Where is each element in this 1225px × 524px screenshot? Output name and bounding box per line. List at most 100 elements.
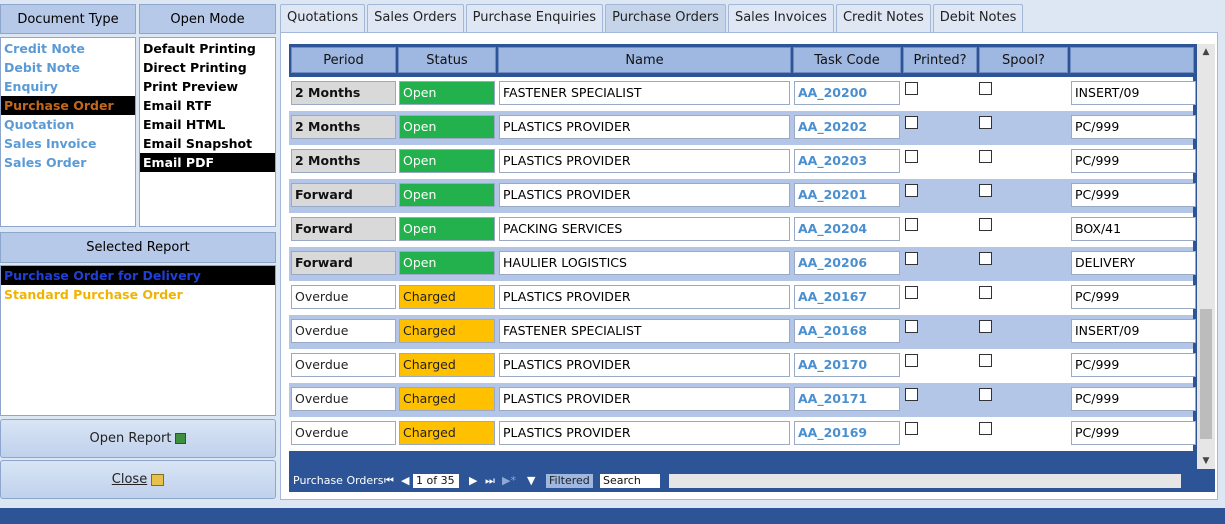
spool-checkbox[interactable]: [979, 218, 992, 231]
tab-purchase-orders[interactable]: Purchase Orders: [605, 4, 726, 32]
table-row[interactable]: Forward Open HAULIER LOGISTICS AA_20206 DELI…: [289, 247, 1196, 281]
col-header-task-code[interactable]: Task Code: [793, 47, 901, 73]
tab-sales-orders[interactable]: Sales Orders: [367, 4, 464, 32]
reference-cell[interactable]: PC/999: [1071, 183, 1196, 207]
reference-cell[interactable]: INSERT/09: [1071, 319, 1196, 343]
period-cell[interactable]: Overdue: [291, 387, 396, 411]
printed-checkbox[interactable]: [905, 422, 918, 435]
name-cell[interactable]: PLASTICS PROVIDER: [499, 149, 790, 173]
table-row[interactable]: 2 Months Open PLASTICS PROVIDER AA_20202 PC/…: [289, 111, 1196, 145]
table-row[interactable]: Forward Open PACKING SERVICES AA_20204 BOX/4…: [289, 213, 1196, 247]
reference-cell[interactable]: DELIVERY: [1071, 251, 1196, 275]
printed-checkbox[interactable]: [905, 116, 918, 129]
status-cell[interactable]: Charged: [399, 421, 495, 445]
status-cell[interactable]: Open: [399, 217, 495, 241]
reference-cell[interactable]: PC/999: [1071, 285, 1196, 309]
reference-cell[interactable]: INSERT/09: [1071, 81, 1196, 105]
printed-checkbox[interactable]: [905, 82, 918, 95]
printed-checkbox[interactable]: [905, 218, 918, 231]
filter-icon[interactable]: ▼: [527, 474, 535, 488]
spool-checkbox[interactable]: [979, 286, 992, 299]
period-cell[interactable]: 2 Months: [291, 115, 396, 139]
period-cell[interactable]: Overdue: [291, 285, 396, 309]
printed-checkbox[interactable]: [905, 320, 918, 333]
status-cell[interactable]: Charged: [399, 353, 495, 377]
document-type-item[interactable]: Quotation: [1, 115, 135, 134]
task-code-link[interactable]: AA_20167: [794, 285, 900, 309]
printed-checkbox[interactable]: [905, 388, 918, 401]
spool-checkbox[interactable]: [979, 116, 992, 129]
spool-checkbox[interactable]: [979, 422, 992, 435]
first-record-icon[interactable]: ⏮: [384, 474, 394, 488]
task-code-link[interactable]: AA_20206: [794, 251, 900, 275]
document-type-item[interactable]: Sales Order: [1, 153, 135, 172]
printed-checkbox[interactable]: [905, 252, 918, 265]
name-cell[interactable]: PLASTICS PROVIDER: [499, 353, 790, 377]
period-cell[interactable]: Forward: [291, 251, 396, 275]
close-button[interactable]: Close: [0, 460, 276, 499]
period-cell[interactable]: Overdue: [291, 319, 396, 343]
open-mode-item[interactable]: Email RTF: [140, 96, 275, 115]
task-code-link[interactable]: AA_20200: [794, 81, 900, 105]
document-type-item[interactable]: Sales Invoice: [1, 134, 135, 153]
status-cell[interactable]: Open: [399, 183, 495, 207]
table-row[interactable]: 2 Months Open PLASTICS PROVIDER AA_20203 PC/…: [289, 145, 1196, 179]
table-row[interactable]: Forward Open PLASTICS PROVIDER AA_20201 PC/9…: [289, 179, 1196, 213]
printed-checkbox[interactable]: [905, 286, 918, 299]
period-cell[interactable]: 2 Months: [291, 149, 396, 173]
spool-checkbox[interactable]: [979, 184, 992, 197]
status-cell[interactable]: Charged: [399, 387, 495, 411]
printed-checkbox[interactable]: [905, 184, 918, 197]
tab-sales-invoices[interactable]: Sales Invoices: [727, 4, 834, 32]
reference-cell[interactable]: PC/999: [1071, 149, 1196, 173]
task-code-link[interactable]: AA_20171: [794, 387, 900, 411]
scroll-down-icon[interactable]: ▼: [1197, 453, 1215, 469]
name-cell[interactable]: FASTENER SPECIALIST: [499, 319, 790, 343]
period-cell[interactable]: Forward: [291, 183, 396, 207]
open-report-button[interactable]: Open Report: [0, 419, 276, 458]
document-type-item[interactable]: Credit Note: [1, 39, 135, 58]
reference-cell[interactable]: PC/999: [1071, 115, 1196, 139]
period-cell[interactable]: Overdue: [291, 421, 396, 445]
col-header-spool[interactable]: Spool?: [979, 47, 1068, 73]
status-cell[interactable]: Open: [399, 251, 495, 275]
name-cell[interactable]: PLASTICS PROVIDER: [499, 183, 790, 207]
open-mode-list[interactable]: Default Printing Direct Printing Print Pre…: [139, 37, 276, 227]
name-cell[interactable]: HAULIER LOGISTICS: [499, 251, 790, 275]
period-cell[interactable]: 2 Months: [291, 81, 396, 105]
status-cell[interactable]: Open: [399, 115, 495, 139]
tab-purchase-enquiries[interactable]: Purchase Enquiries: [465, 4, 604, 32]
scroll-thumb[interactable]: [1200, 309, 1212, 439]
printed-checkbox[interactable]: [905, 150, 918, 163]
name-cell[interactable]: FASTENER SPECIALIST: [499, 81, 790, 105]
task-code-link[interactable]: AA_20168: [794, 319, 900, 343]
document-type-item[interactable]: Enquiry: [1, 77, 135, 96]
tab-quotations[interactable]: Quotations: [280, 4, 366, 32]
scroll-up-icon[interactable]: ▲: [1197, 44, 1215, 60]
col-header-name[interactable]: Name: [498, 47, 791, 73]
tab-credit-notes[interactable]: Credit Notes: [835, 4, 931, 32]
report-item[interactable]: Standard Purchase Order: [1, 285, 275, 304]
task-code-link[interactable]: AA_20203: [794, 149, 900, 173]
horizontal-scrollbar[interactable]: [669, 474, 1181, 488]
status-cell[interactable]: Open: [399, 149, 495, 173]
table-row[interactable]: Overdue Charged FASTENER SPECIALIST AA_2016…: [289, 315, 1196, 349]
open-mode-item[interactable]: Default Printing: [140, 39, 275, 58]
table-row[interactable]: Overdue Charged PLASTICS PROVIDER AA_20169 P…: [289, 417, 1196, 451]
spool-checkbox[interactable]: [979, 320, 992, 333]
search-input[interactable]: Search: [600, 474, 660, 488]
table-row[interactable]: Overdue Charged PLASTICS PROVIDER AA_20170 P…: [289, 349, 1196, 383]
status-cell[interactable]: Open: [399, 81, 495, 105]
period-cell[interactable]: Forward: [291, 217, 396, 241]
reference-cell[interactable]: PC/999: [1071, 387, 1196, 411]
vertical-scrollbar[interactable]: ▲ ▼: [1197, 44, 1215, 469]
spool-checkbox[interactable]: [979, 150, 992, 163]
reference-cell[interactable]: PC/999: [1071, 421, 1196, 445]
report-list[interactable]: Purchase Order for Delivery Standard Purc…: [0, 265, 276, 416]
open-mode-item[interactable]: Direct Printing: [140, 58, 275, 77]
name-cell[interactable]: PACKING SERVICES: [499, 217, 790, 241]
document-type-list[interactable]: Credit Note Debit Note Enquiry Purchase Ord…: [0, 37, 136, 227]
task-code-link[interactable]: AA_20204: [794, 217, 900, 241]
task-code-link[interactable]: AA_20170: [794, 353, 900, 377]
spool-checkbox[interactable]: [979, 82, 992, 95]
